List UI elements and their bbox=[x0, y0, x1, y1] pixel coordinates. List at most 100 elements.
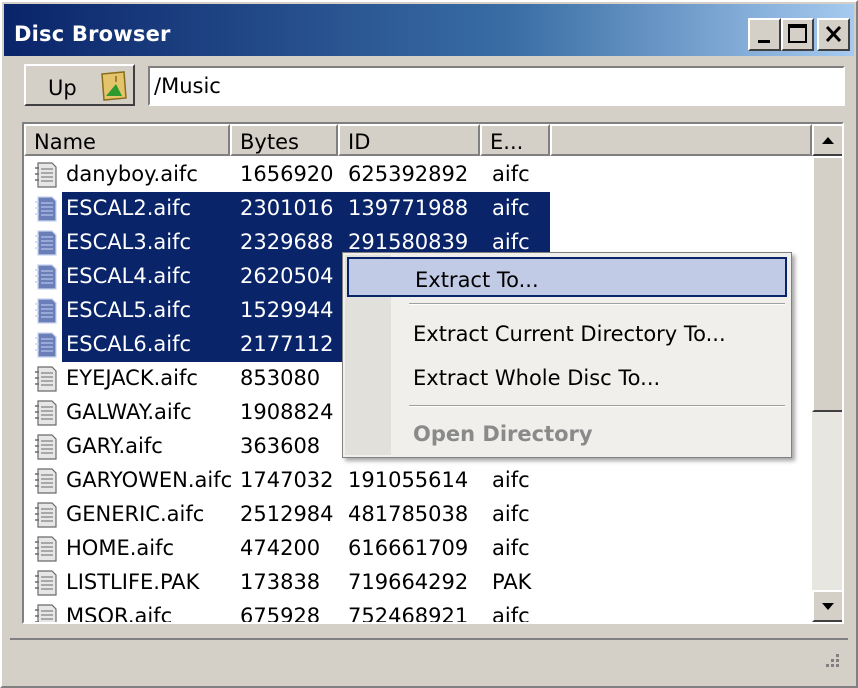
file-icon bbox=[35, 196, 57, 222]
toolbar: Up /Music bbox=[4, 58, 854, 112]
cell-name: ESCAL6.aifc bbox=[66, 332, 192, 356]
cell-bytes: 1747032 bbox=[240, 468, 334, 492]
menu-item-extract-current-directory[interactable]: Extract Current Directory To... bbox=[347, 313, 787, 353]
list-item[interactable]: MSOR.aifc 675928 752468921 aifc bbox=[24, 600, 814, 624]
close-button[interactable] bbox=[817, 18, 850, 51]
column-header-bytes[interactable]: Bytes bbox=[230, 124, 338, 156]
cell-name: GENERIC.aifc bbox=[66, 502, 205, 526]
cell-name: GARYOWEN.aifc bbox=[66, 468, 233, 492]
cell-name: GARY.aifc bbox=[66, 434, 163, 458]
cell-name: ESCAL5.aifc bbox=[66, 298, 192, 322]
scroll-thumb[interactable] bbox=[812, 156, 842, 412]
cell-id: 752468921 bbox=[348, 604, 469, 624]
cell-bytes: 173838 bbox=[240, 570, 321, 594]
column-header-id[interactable]: ID bbox=[338, 124, 480, 156]
cell-extension: aifc bbox=[492, 162, 530, 186]
maximize-icon bbox=[788, 24, 807, 43]
cell-bytes: 363608 bbox=[240, 434, 321, 458]
cell-name: ESCAL2.aifc bbox=[66, 196, 192, 220]
cell-id: 139771988 bbox=[348, 196, 469, 220]
menu-separator bbox=[409, 303, 785, 305]
cell-extension: aifc bbox=[492, 468, 530, 492]
cell-extension: aifc bbox=[492, 502, 530, 526]
up-button[interactable]: Up bbox=[24, 64, 135, 106]
cell-bytes: 1529944 bbox=[240, 298, 334, 322]
cell-name: HOME.aifc bbox=[66, 536, 175, 560]
file-icon bbox=[35, 162, 57, 188]
minimize-icon bbox=[758, 40, 770, 43]
cell-bytes: 2177112 bbox=[240, 332, 334, 356]
cell-bytes: 2620504 bbox=[240, 264, 334, 288]
file-icon bbox=[35, 298, 57, 324]
file-icon bbox=[35, 230, 57, 256]
file-icon bbox=[35, 570, 57, 596]
file-icon bbox=[35, 502, 57, 528]
up-folder-icon bbox=[101, 71, 127, 101]
cell-extension: aifc bbox=[492, 230, 530, 254]
list-item[interactable]: LISTLIFE.PAK 173838 719664292 PAK bbox=[24, 566, 814, 600]
cell-name: EYEJACK.aifc bbox=[66, 366, 198, 390]
column-header-extension[interactable]: E... bbox=[480, 124, 550, 156]
column-header-name[interactable]: Name bbox=[24, 124, 230, 156]
context-menu: Extract To... Extract Current Directory … bbox=[342, 252, 792, 458]
cell-id: 625392892 bbox=[348, 162, 469, 186]
cell-extension: aifc bbox=[492, 604, 530, 624]
file-icon bbox=[35, 366, 57, 392]
cell-name: MSOR.aifc bbox=[66, 604, 173, 624]
status-bar bbox=[10, 638, 848, 678]
file-icon bbox=[35, 434, 57, 460]
scroll-down-button[interactable] bbox=[812, 590, 842, 622]
minimize-button[interactable] bbox=[748, 18, 781, 51]
list-item[interactable]: danyboy.aifc 1656920 625392892 aifc bbox=[24, 158, 814, 192]
menu-separator bbox=[409, 405, 785, 407]
cell-id: 191055614 bbox=[348, 468, 469, 492]
path-field[interactable]: /Music bbox=[148, 66, 845, 106]
file-icon bbox=[35, 400, 57, 426]
close-icon bbox=[825, 25, 842, 43]
scroll-up-icon bbox=[822, 137, 834, 144]
file-icon bbox=[35, 468, 57, 494]
cell-bytes: 853080 bbox=[240, 366, 321, 390]
file-icon bbox=[35, 604, 57, 622]
cell-extension: aifc bbox=[492, 536, 530, 560]
scroll-up-button[interactable] bbox=[812, 124, 842, 156]
cell-bytes: 675928 bbox=[240, 604, 321, 624]
title-bar[interactable]: Disc Browser bbox=[4, 4, 854, 56]
cell-name: LISTLIFE.PAK bbox=[66, 570, 200, 594]
list-item[interactable]: GENERIC.aifc 2512984 481785038 aifc bbox=[24, 498, 814, 532]
maximize-button[interactable] bbox=[781, 18, 814, 51]
disc-browser-window: Disc Browser Up /Music Name Bytes ID E..… bbox=[0, 0, 858, 688]
cell-extension: PAK bbox=[492, 570, 532, 594]
cell-bytes: 1656920 bbox=[240, 162, 334, 186]
column-header-empty bbox=[550, 124, 812, 156]
menu-item-open-directory: Open Directory bbox=[413, 422, 593, 446]
cell-bytes: 2512984 bbox=[240, 502, 334, 526]
path-value: /Music bbox=[154, 74, 221, 98]
cell-id: 291580839 bbox=[348, 230, 469, 254]
scroll-down-icon bbox=[822, 603, 834, 610]
resize-grip-icon[interactable] bbox=[820, 650, 840, 670]
list-item[interactable]: ESCAL2.aifc 2301016 139771988 aifc bbox=[24, 192, 814, 226]
cell-name: ESCAL3.aifc bbox=[66, 230, 192, 254]
menu-item-extract-to[interactable]: Extract To... bbox=[347, 257, 787, 297]
vertical-scrollbar[interactable] bbox=[812, 124, 842, 622]
cell-bytes: 474200 bbox=[240, 536, 321, 560]
cell-name: GALWAY.aifc bbox=[66, 400, 192, 424]
menu-item-extract-whole-disc[interactable]: Extract Whole Disc To... bbox=[347, 357, 787, 397]
file-icon bbox=[35, 332, 57, 358]
cell-name: ESCAL4.aifc bbox=[66, 264, 192, 288]
cell-bytes: 1908824 bbox=[240, 400, 334, 424]
cell-id: 616661709 bbox=[348, 536, 469, 560]
cell-id: 481785038 bbox=[348, 502, 469, 526]
window-title: Disc Browser bbox=[14, 22, 171, 46]
up-button-label: Up bbox=[48, 76, 77, 100]
cell-extension: aifc bbox=[492, 196, 530, 220]
file-icon bbox=[35, 536, 57, 562]
cell-name: danyboy.aifc bbox=[66, 162, 198, 186]
list-item[interactable]: HOME.aifc 474200 616661709 aifc bbox=[24, 532, 814, 566]
cell-bytes: 2301016 bbox=[240, 196, 334, 220]
list-item[interactable]: GARYOWEN.aifc 1747032 191055614 aifc bbox=[24, 464, 814, 498]
cell-id: 719664292 bbox=[348, 570, 469, 594]
file-icon bbox=[35, 264, 57, 290]
cell-bytes: 2329688 bbox=[240, 230, 334, 254]
